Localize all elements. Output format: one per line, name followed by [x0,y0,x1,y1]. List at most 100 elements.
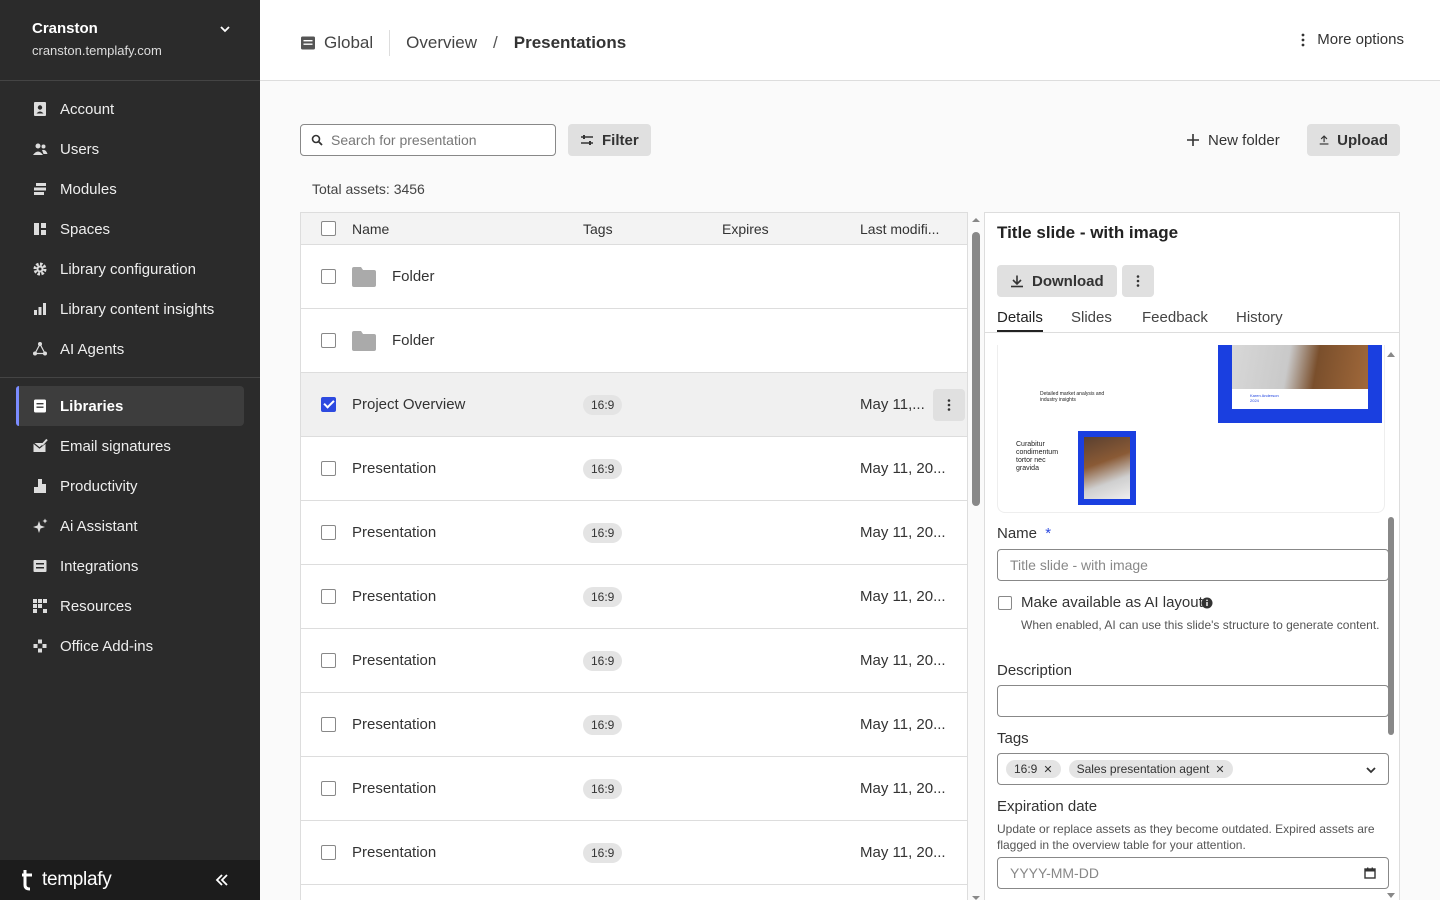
upload-label: Upload [1337,131,1388,149]
table-row[interactable]: Presentation 16:9 May 11, 20... [301,693,967,757]
search-box[interactable] [300,124,556,156]
row-checkbox[interactable] [321,781,336,796]
table-row[interactable]: Presentation 16:9 May 11, 20... [301,501,967,565]
table-scrollbar-thumb[interactable] [972,232,980,506]
slide-2-year: 2024 [1250,398,1259,403]
slide-thumb-2[interactable]: Karen Anderson 2024 [1218,345,1382,423]
table-row[interactable]: Presentation 16:9 May 11, 20... [301,821,967,885]
column-last-modified[interactable]: Last modifi... [860,213,939,244]
info-icon[interactable] [1201,597,1213,609]
search-input[interactable] [331,132,531,148]
slide-thumb-3[interactable]: Curabitur condimentum tortor nec gravida [1006,431,1202,509]
breadcrumb-space[interactable]: Global [324,33,373,53]
sidebar-item-spaces[interactable]: Spaces [16,209,244,249]
row-name: Presentation [352,524,437,541]
sidebar-item-resources[interactable]: Resources [16,586,244,626]
folder-row[interactable]: Folder [301,309,967,373]
sidebar-item-libraries[interactable]: Libraries [16,386,244,426]
users-icon [33,143,48,155]
sidebar-item-email-signatures[interactable]: Email signatures [16,426,244,466]
row-checkbox[interactable] [321,333,336,348]
table-row[interactable]: Presentation 16:9 May 11, 20... [301,629,967,693]
select-all-checkbox[interactable] [321,221,336,236]
sidebar-item-ai-agents[interactable]: AI Agents [16,329,244,369]
slide-3-text: Curabitur condimentum tortor nec gravida [1016,441,1059,472]
breadcrumb-overview[interactable]: Overview [406,33,477,53]
slide-3-image [1078,431,1136,505]
more-options-button[interactable]: More options [1295,31,1404,48]
row-checkbox[interactable] [321,461,336,476]
download-button[interactable]: Download [997,265,1117,297]
slide-thumb-1[interactable]: Detailed market analysis and industry in… [1006,345,1202,423]
workspace-switcher[interactable]: Cranston cranston.templafy.com [0,0,260,81]
upload-button[interactable]: Upload [1307,124,1400,156]
description-textarea[interactable] [997,685,1389,717]
tag-chip[interactable]: 16:9 ✕ [1006,760,1061,778]
filter-button[interactable]: Filter [568,124,651,156]
collapse-sidebar-icon[interactable] [214,872,230,888]
sidebar-item-account[interactable]: Account [16,89,244,129]
productivity-icon [34,479,46,493]
sidebar-item-library-content-insights[interactable]: Library content insights [16,289,244,329]
libraries-icon [34,399,46,413]
table-header: Name Tags Expires Last modifi... [301,213,967,245]
filter-icon [581,135,593,145]
column-tags[interactable]: Tags [583,213,613,244]
tags-select[interactable]: 16:9 ✕ Sales presentation agent ✕ [997,753,1389,785]
sidebar-item-users[interactable]: Users [16,129,244,169]
remove-tag-icon[interactable]: ✕ [1215,763,1224,776]
tab-details[interactable]: Details [997,309,1043,332]
row-modified: May 11,... [860,396,925,413]
new-folder-label: New folder [1208,131,1280,149]
tab-feedback[interactable]: Feedback [1142,309,1208,326]
breadcrumb: Global Overview / Presentations [300,30,626,56]
tab-history[interactable]: History [1236,309,1283,326]
table-row[interactable]: Project Overview 16:9 May 11,... [301,373,967,437]
table-row[interactable]: Presentation 16:9 May 11, 20... [301,757,967,821]
sidebar-item-modules[interactable]: Modules [16,169,244,209]
new-folder-button[interactable]: New folder [1186,124,1280,156]
panel-more-button[interactable] [1122,265,1154,297]
row-modified: May 11, 20... [860,716,946,733]
column-name[interactable]: Name [352,213,389,244]
row-tag: 16:9 [583,458,623,479]
folder-icon [352,266,376,287]
folder-row[interactable]: Folder [301,245,967,309]
row-checkbox[interactable] [321,269,336,284]
workspace-name: Cranston [32,20,98,37]
row-checkbox[interactable] [321,525,336,540]
sidebar-item-library-configuration[interactable]: Library configuration [16,249,244,289]
row-checkbox[interactable] [321,589,336,604]
sidebar-item-ai-assistant[interactable]: Ai Assistant [16,506,244,546]
sidebar-item-productivity[interactable]: Productivity [16,466,244,506]
sidebar-divider [0,377,260,378]
table-row[interactable]: Presentation 16:9 May 11, 20... [301,565,967,629]
row-more-button[interactable] [933,389,965,421]
row-checkbox[interactable] [321,653,336,668]
bar-chart-icon [34,303,46,315]
expiration-date-input[interactable]: YYYY-MM-DD [997,857,1389,889]
row-name: Presentation [352,588,437,605]
row-name: Presentation [352,460,437,477]
tag-chip[interactable]: Sales presentation agent ✕ [1068,760,1233,778]
column-expires[interactable]: Expires [722,213,769,244]
calendar-icon[interactable] [1364,867,1376,879]
tab-slides[interactable]: Slides [1071,309,1112,326]
gear-icon [33,262,47,276]
ai-layout-checkbox[interactable] [998,596,1012,610]
sidebar-item-office-add-ins[interactable]: Office Add-ins [16,626,244,666]
row-checkbox[interactable] [321,845,336,860]
plus-icon [1187,134,1199,146]
sidebar-item-integrations[interactable]: Integrations [16,546,244,586]
row-modified: May 11, 20... [860,652,946,669]
row-name: Presentation [352,716,437,733]
row-checkbox[interactable] [321,717,336,732]
name-input[interactable]: Title slide - with image [997,549,1389,581]
search-icon [311,134,323,146]
row-name: Folder [392,268,435,285]
row-checkbox[interactable] [321,397,336,412]
panel-scrollbar-thumb[interactable] [1388,517,1394,735]
tags-label: Tags [997,730,1029,747]
remove-tag-icon[interactable]: ✕ [1043,763,1052,776]
table-row[interactable]: Presentation 16:9 May 11, 20... [301,437,967,501]
